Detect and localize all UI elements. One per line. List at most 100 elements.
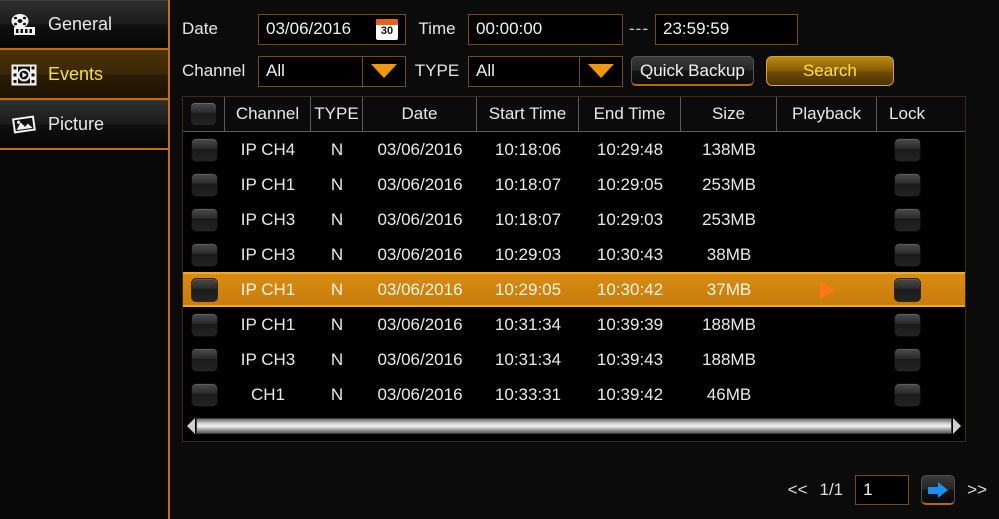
row-select-checkbox[interactable] bbox=[190, 312, 218, 337]
date-input[interactable]: 03/06/2016 30 bbox=[258, 13, 406, 45]
row-lock-checkbox[interactable] bbox=[893, 242, 921, 267]
cell-lock[interactable] bbox=[877, 167, 937, 202]
channel-label: Channel bbox=[182, 61, 246, 80]
play-icon[interactable] bbox=[819, 280, 835, 299]
table-row[interactable]: IP CH1 N 03/06/2016 10:18:07 10:29:05 253MB bbox=[183, 167, 965, 202]
row-select-checkbox-cell[interactable] bbox=[183, 307, 225, 342]
type-select[interactable]: All bbox=[468, 55, 623, 87]
cell-playback[interactable] bbox=[777, 132, 877, 167]
table-body: IP CH4 N 03/06/2016 10:18:06 10:29:48 138MB IP… bbox=[183, 132, 965, 412]
chevron-down-icon[interactable] bbox=[580, 64, 622, 78]
sidebar-item-general[interactable]: General bbox=[0, 0, 168, 50]
column-header-channel[interactable]: Channel bbox=[225, 97, 311, 132]
row-select-checkbox-cell[interactable] bbox=[183, 167, 225, 202]
row-select-checkbox[interactable] bbox=[190, 207, 218, 232]
cell-end-time: 10:39:42 bbox=[596, 384, 664, 404]
end-time-input[interactable]: 23:59:59 bbox=[654, 13, 798, 45]
sidebar-item-picture[interactable]: Picture bbox=[0, 100, 168, 150]
row-lock-checkbox[interactable] bbox=[893, 207, 921, 232]
scroll-left-arrow-icon[interactable] bbox=[187, 418, 195, 434]
column-header-lock[interactable]: Lock bbox=[877, 97, 937, 132]
column-header-end-time[interactable]: End Time bbox=[579, 97, 681, 132]
cell-lock[interactable] bbox=[877, 202, 937, 237]
cell-lock[interactable] bbox=[877, 132, 937, 167]
row-lock-checkbox[interactable] bbox=[893, 347, 921, 372]
prev-page-button[interactable]: << bbox=[788, 480, 808, 500]
cell-type: N bbox=[330, 209, 344, 229]
cell-start-time: 10:31:34 bbox=[494, 314, 562, 334]
cell-playback[interactable] bbox=[777, 307, 877, 342]
cell-lock[interactable] bbox=[877, 272, 937, 307]
row-select-checkbox-cell[interactable] bbox=[183, 202, 225, 237]
table-row[interactable]: IP CH1 N 03/06/2016 10:31:34 10:39:39 188MB bbox=[183, 307, 965, 342]
table-row[interactable]: IP CH3 N 03/06/2016 10:31:34 10:39:43 188MB bbox=[183, 342, 965, 377]
row-lock-checkbox[interactable] bbox=[893, 312, 921, 337]
cell-playback[interactable] bbox=[777, 167, 877, 202]
start-time-input[interactable]: 00:00:00 bbox=[468, 13, 623, 45]
horizontal-scrollbar[interactable] bbox=[187, 416, 961, 436]
row-select-checkbox-cell[interactable] bbox=[183, 237, 225, 272]
table-row[interactable]: IP CH4 N 03/06/2016 10:18:06 10:29:48 138MB bbox=[183, 132, 965, 167]
row-select-checkbox[interactable] bbox=[190, 242, 218, 267]
channel-select[interactable]: All bbox=[258, 55, 406, 87]
cell-lock[interactable] bbox=[877, 307, 937, 342]
select-all-checkbox[interactable] bbox=[190, 102, 217, 126]
time-range-separator: --- bbox=[629, 19, 649, 38]
row-lock-checkbox[interactable] bbox=[893, 382, 921, 407]
row-select-checkbox[interactable] bbox=[190, 277, 218, 302]
search-button[interactable]: Search bbox=[765, 56, 894, 86]
next-page-button[interactable]: >> bbox=[967, 480, 987, 500]
page-number-input[interactable]: 1 bbox=[855, 475, 910, 505]
cell-playback[interactable] bbox=[777, 342, 877, 377]
cell-playback[interactable] bbox=[777, 377, 877, 412]
table-row[interactable]: CH1 N 03/06/2016 10:33:31 10:39:42 46MB bbox=[183, 377, 965, 412]
scrollbar-track[interactable] bbox=[196, 418, 952, 434]
sidebar-item-events[interactable]: Events bbox=[0, 50, 168, 100]
cell-size: 188MB bbox=[702, 314, 756, 334]
column-header-playback[interactable]: Playback bbox=[777, 97, 877, 132]
column-header-start-time[interactable]: Start Time bbox=[477, 97, 579, 132]
cell-date: 03/06/2016 bbox=[377, 279, 463, 299]
cell-channel: IP CH3 bbox=[240, 209, 296, 229]
row-select-checkbox-cell[interactable] bbox=[183, 377, 225, 412]
cell-lock[interactable] bbox=[877, 237, 937, 272]
row-lock-checkbox[interactable] bbox=[893, 172, 921, 197]
select-all-checkbox-cell[interactable] bbox=[183, 97, 225, 132]
cell-date: 03/06/2016 bbox=[377, 209, 463, 229]
cell-end-time: 10:30:42 bbox=[596, 279, 664, 299]
table-row[interactable]: IP CH3 N 03/06/2016 10:29:03 10:30:43 38MB bbox=[183, 237, 965, 272]
cell-playback[interactable] bbox=[777, 272, 877, 307]
row-select-checkbox-cell[interactable] bbox=[183, 342, 225, 377]
chevron-down-icon[interactable] bbox=[363, 64, 405, 78]
cell-start-time: 10:31:34 bbox=[494, 349, 562, 369]
row-select-checkbox[interactable] bbox=[190, 347, 218, 372]
cell-type: N bbox=[330, 349, 344, 369]
row-lock-checkbox[interactable] bbox=[893, 277, 921, 302]
quick-backup-button[interactable]: Quick Backup bbox=[631, 56, 754, 86]
row-select-checkbox[interactable] bbox=[190, 137, 218, 162]
calendar-icon[interactable]: 30 bbox=[376, 18, 398, 40]
cell-lock[interactable] bbox=[877, 377, 937, 412]
sidebar-empty-space bbox=[0, 150, 168, 519]
column-header-date[interactable]: Date bbox=[363, 97, 477, 132]
row-select-checkbox[interactable] bbox=[190, 172, 218, 197]
row-select-checkbox-cell[interactable] bbox=[183, 272, 225, 307]
row-lock-checkbox[interactable] bbox=[893, 137, 921, 162]
cell-playback[interactable] bbox=[777, 202, 877, 237]
cell-lock[interactable] bbox=[877, 342, 937, 377]
table-row[interactable]: IP CH1 N 03/06/2016 10:29:05 10:30:42 37MB bbox=[183, 272, 965, 307]
sidebar-item-label: General bbox=[48, 14, 113, 34]
time-label: Time bbox=[418, 19, 456, 38]
cell-channel: IP CH4 bbox=[240, 139, 296, 159]
column-header-type[interactable]: TYPE bbox=[311, 97, 363, 132]
go-to-page-button[interactable] bbox=[921, 475, 956, 505]
cell-playback[interactable] bbox=[777, 237, 877, 272]
scroll-right-arrow-icon[interactable] bbox=[953, 418, 961, 434]
row-select-checkbox[interactable] bbox=[190, 382, 218, 407]
cell-start-time: 10:18:06 bbox=[494, 139, 562, 159]
film-strip-play-icon bbox=[10, 62, 38, 88]
row-select-checkbox-cell[interactable] bbox=[183, 132, 225, 167]
column-header-size[interactable]: Size bbox=[681, 97, 777, 132]
scrollbar-thumb[interactable] bbox=[196, 418, 952, 434]
table-row[interactable]: IP CH3 N 03/06/2016 10:18:07 10:29:03 253MB bbox=[183, 202, 965, 237]
